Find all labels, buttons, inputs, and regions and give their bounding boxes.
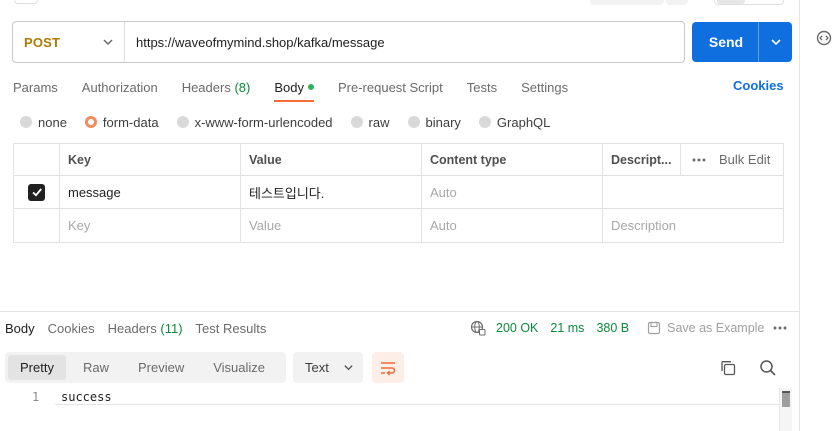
send-label: Send [708,34,744,50]
code-panel-icon[interactable] [815,28,833,48]
body-type-radios: none form-data x-www-form-urlencoded raw… [20,114,568,130]
response-time[interactable]: 21 ms [550,321,584,335]
save-as-example-label: Save as Example [667,321,765,335]
request-tabs: Params Authorization Headers (8) Body Pr… [13,76,592,102]
status-code[interactable]: 200 OK [496,321,538,335]
wrap-lines-button[interactable] [372,352,404,383]
check-icon [31,188,42,197]
radio-form-data[interactable]: form-data [84,115,159,130]
radio-x-www-form-urlencoded[interactable]: x-www-form-urlencoded [176,115,333,130]
response-body-text: success [61,390,112,404]
response-tab-body[interactable]: Body [5,321,35,336]
header-description: Descript... [603,144,681,175]
view-raw[interactable]: Raw [71,355,121,380]
form-data-table: Key Value Content type Descript... Bulk … [13,143,784,243]
table-row-empty: Key Value Auto Description [14,209,783,242]
table-row: message 테스트입니다. Auto [14,176,783,209]
top-button-stub [590,0,664,5]
radio-circle [176,116,189,128]
view-preview[interactable]: Preview [126,355,196,380]
response-headers-count: (11) [160,320,183,336]
response-tabs: Body Cookies Headers (11) Test Results [5,320,279,336]
radio-circle [407,116,420,128]
radio-circle [20,116,32,128]
tab-settings[interactable]: Settings [521,80,568,95]
more-options-icon[interactable] [691,158,707,162]
response-tab-headers[interactable]: Headers (11) [108,321,183,336]
new-content-type[interactable]: Auto [422,209,603,242]
radio-circle-checked [84,116,97,128]
format-label: Text [305,360,329,375]
empty-checkbox-cell [14,209,60,242]
copy-icon[interactable] [720,360,736,376]
header-content-type: Content type [422,144,603,175]
new-value-input[interactable]: Value [241,209,422,242]
send-button[interactable]: Send [692,22,792,62]
tab-params[interactable]: Params [13,80,58,95]
radio-raw[interactable]: raw [350,115,390,130]
radio-circle [478,116,491,128]
tab-authorization[interactable]: Authorization [82,80,158,95]
header-checkbox-col [14,144,60,175]
table-header-row: Key Value Content type Descript... Bulk … [14,144,783,176]
radio-none[interactable]: none [20,115,67,130]
row-content-type[interactable]: Auto [422,176,603,208]
search-icon[interactable] [759,359,777,377]
radio-binary[interactable]: binary [407,115,461,130]
header-description-cell: Descript... Bulk Edit [603,144,783,175]
response-tab-test-results[interactable]: Test Results [196,321,267,336]
response-divider[interactable] [0,311,799,312]
line-number: 1 [32,390,40,404]
tab-tests[interactable]: Tests [467,80,497,95]
save-icon [648,321,661,335]
top-control-stub [14,0,38,4]
header-value: Value [241,144,422,175]
cookies-link[interactable]: Cookies [733,78,784,93]
radio-graphql[interactable]: GraphQL [478,115,550,130]
chevron-down-icon [103,39,113,46]
response-more-icon[interactable] [773,326,787,330]
response-status-bar: 200 OK 21 ms 380 B Save as Example [470,320,764,336]
request-url-bar: POST https://waveofmymind.shop/kafka/mes… [12,21,685,63]
response-view-tabs: Pretty Raw Preview Visualize [5,352,286,383]
method-select[interactable]: POST [13,22,125,62]
tab-body[interactable]: Body [274,80,314,102]
bulk-edit-button[interactable]: Bulk Edit [719,152,770,167]
row-checkbox-cell [14,176,60,208]
chevron-down-icon [344,365,353,371]
save-as-example-button[interactable]: Save as Example [647,321,764,335]
row-value-input[interactable]: 테스트입니다. [241,176,422,208]
radio-circle [350,116,363,128]
row-key-input[interactable]: message [60,176,241,208]
view-pretty[interactable]: Pretty [8,355,66,380]
top-toggle-stub [714,0,784,5]
right-panel-divider [799,0,800,431]
tab-headers[interactable]: Headers (8) [182,80,251,95]
response-format-select[interactable]: Text [293,352,363,383]
active-line-highlight [55,404,779,405]
response-code-editor[interactable] [0,388,793,431]
top-button-stub [666,0,688,5]
row-description-input[interactable] [603,176,783,208]
editor-scrollbar-thumb[interactable] [782,391,790,407]
row-enabled-checkbox[interactable] [28,183,45,201]
new-key-input[interactable]: Key [60,209,241,242]
method-label: POST [24,34,61,50]
response-tab-cookies[interactable]: Cookies [48,321,95,336]
headers-count: (8) [234,79,251,95]
network-globe-icon[interactable] [470,320,486,336]
response-size[interactable]: 380 B [596,321,629,335]
wrap-lines-icon [381,361,396,375]
body-modified-dot [307,84,314,91]
view-visualize[interactable]: Visualize [201,355,277,380]
tab-pre-request-script[interactable]: Pre-request Script [338,80,443,95]
chevron-down-icon [770,39,781,46]
new-description-input[interactable]: Description [603,209,783,242]
send-options-button[interactable] [759,36,792,48]
url-input[interactable]: https://waveofmymind.shop/kafka/message [125,35,385,50]
header-key: Key [60,144,241,175]
